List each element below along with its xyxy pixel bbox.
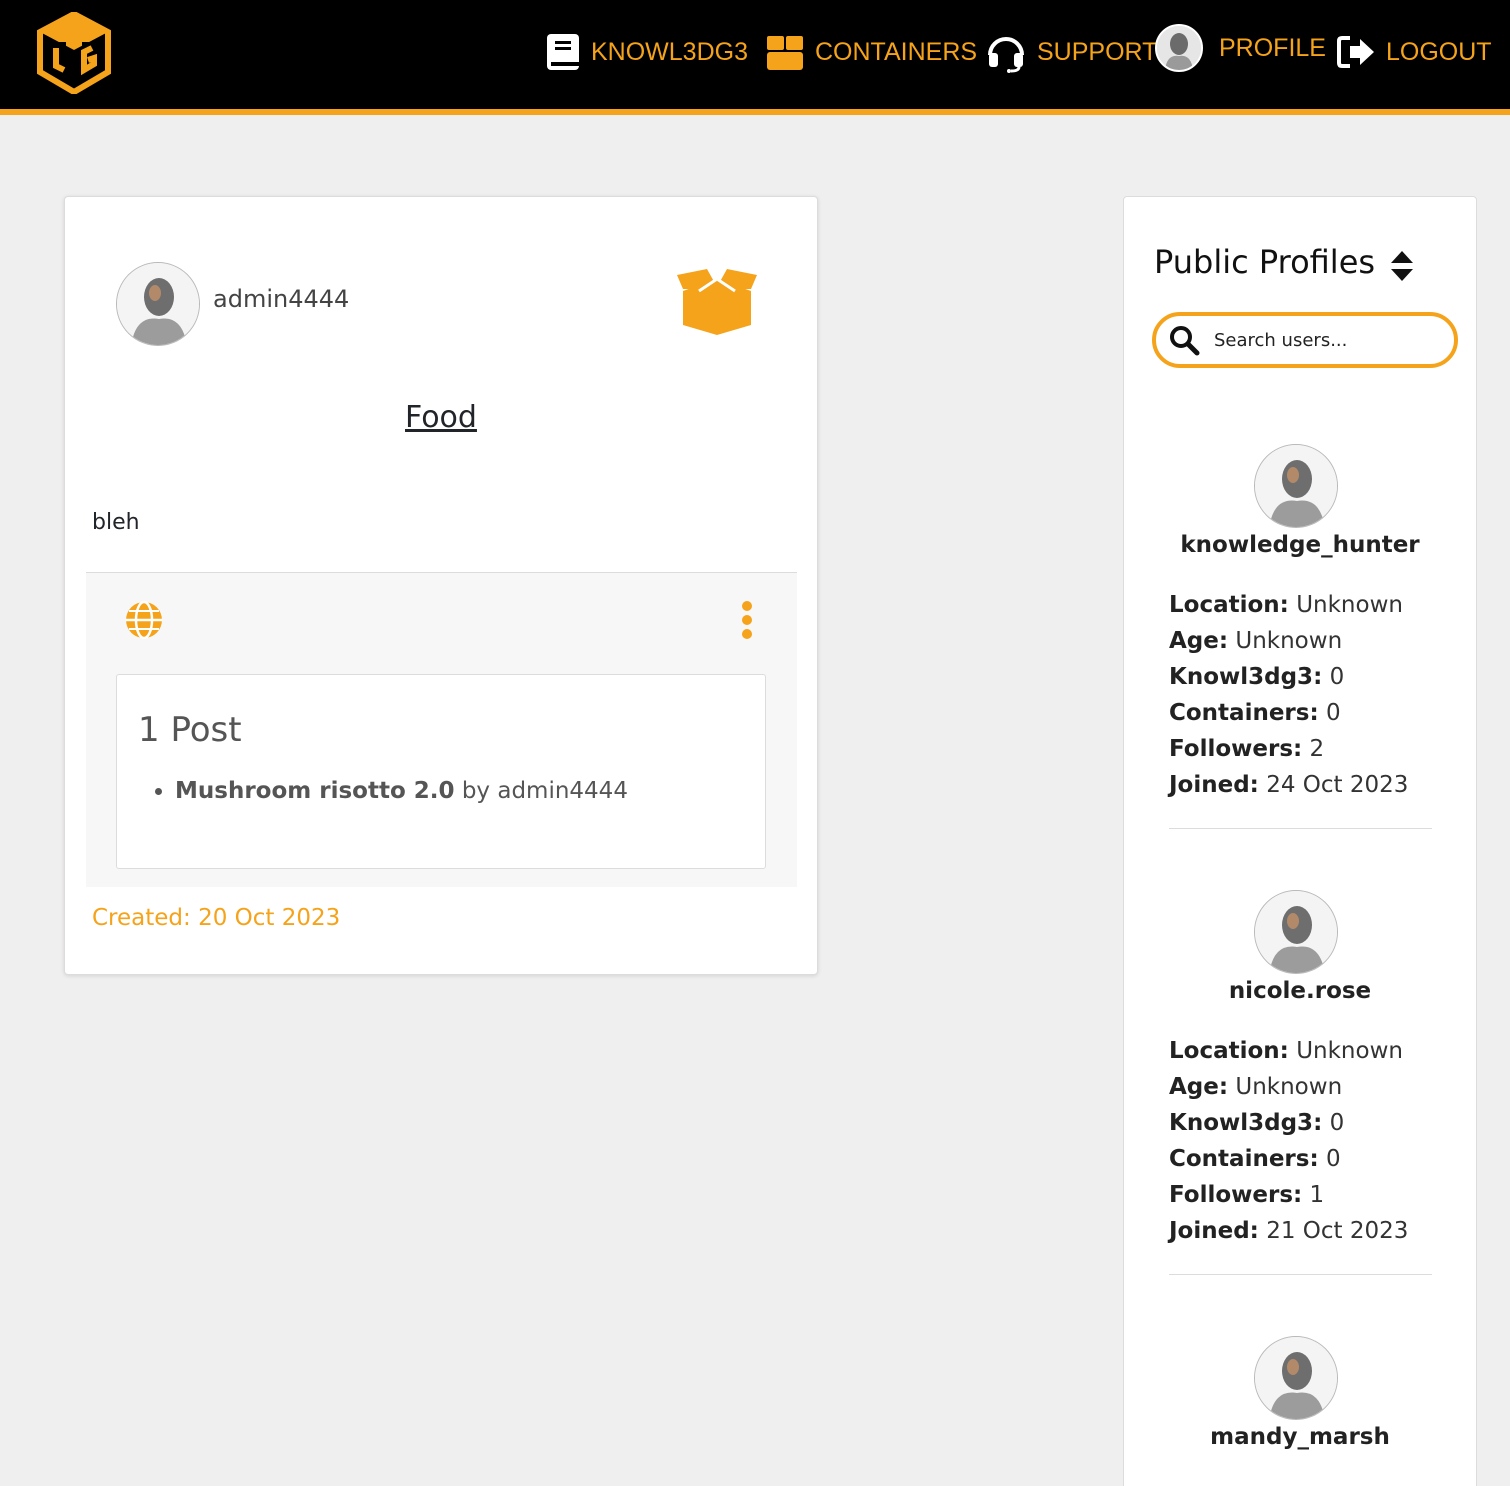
posts-list: Mushroom risotto 2.0 by admin4444: [175, 778, 628, 804]
nav-containers[interactable]: CONTAINERS: [765, 30, 977, 74]
container-card: admin4444 Food bleh 1 Post Mushroom riso…: [64, 196, 818, 975]
stat-joined: Joined: 21 Oct 2023: [1169, 1218, 1409, 1244]
nav-support-label: SUPPORT: [1037, 37, 1158, 66]
stat-joined: Joined: 24 Oct 2023: [1169, 772, 1409, 798]
nav-profile-label: PROFILE: [1219, 33, 1326, 62]
container-description: bleh: [92, 510, 140, 535]
public-profiles-panel: Public Profiles knowledge_hunter Locatio…: [1123, 196, 1477, 1486]
container-title-link[interactable]: Food: [405, 400, 477, 435]
search-icon: [1170, 326, 1200, 356]
sort-icon[interactable]: [1389, 249, 1415, 283]
stat-location: Location: Unknown: [1169, 1038, 1403, 1064]
logout-icon: [1336, 34, 1376, 70]
site-logo[interactable]: [36, 12, 112, 94]
stat-followers: Followers: 2: [1169, 736, 1325, 762]
nav-logout-label: LOGOUT: [1386, 37, 1492, 66]
nav-profile[interactable]: PROFILE: [1155, 24, 1326, 72]
stat-containers: Containers: 0: [1169, 700, 1341, 726]
profile-stats: Location: Unknown Age: Unknown Knowl3dg3…: [1169, 1038, 1408, 1254]
stat-location: Location: Unknown: [1169, 592, 1403, 618]
avatar[interactable]: [1254, 890, 1338, 974]
stat-age: Age: Unknown: [1169, 1074, 1343, 1100]
globe-icon[interactable]: [124, 600, 164, 640]
sidebar-title: Public Profiles: [1154, 243, 1376, 281]
kebab-menu-icon[interactable]: [736, 600, 758, 640]
created-date: Created: 20 Oct 2023: [92, 905, 341, 931]
profile-name[interactable]: mandy_marsh: [1124, 1424, 1476, 1450]
owner-avatar[interactable]: [116, 262, 200, 346]
open-box-icon[interactable]: [669, 267, 765, 337]
post-title-link[interactable]: Mushroom risotto 2.0: [175, 778, 455, 804]
avatar: [1155, 24, 1203, 72]
post-author: by admin4444: [461, 778, 628, 804]
top-navbar: KNOWL3DG3 CONTAINERS SUPPORT PROFILE LOG…: [0, 0, 1510, 115]
divider: [1169, 1274, 1432, 1275]
nav-containers-label: CONTAINERS: [815, 37, 978, 66]
container-title-wrap: Food: [65, 400, 817, 435]
stat-knowledge: Knowl3dg3: 0: [1169, 1110, 1345, 1136]
profile-name[interactable]: nicole.rose: [1124, 978, 1476, 1004]
container-footer: 1 Post Mushroom risotto 2.0 by admin4444: [86, 572, 797, 887]
headset-icon: [985, 31, 1027, 73]
avatar[interactable]: [1254, 444, 1338, 528]
search-box: [1152, 312, 1458, 368]
list-item: Mushroom risotto 2.0 by admin4444: [175, 778, 628, 804]
stat-age: Age: Unknown: [1169, 628, 1343, 654]
profile-stats: Location: Unknown Age: Unknown Knowl3dg3…: [1169, 592, 1408, 808]
nav-knowledge[interactable]: KNOWL3DG3: [545, 30, 748, 74]
nav-knowledge-label: KNOWL3DG3: [591, 37, 748, 66]
box-icon: [765, 32, 805, 72]
stat-containers: Containers: 0: [1169, 1146, 1341, 1172]
avatar[interactable]: [1254, 1336, 1338, 1420]
search-input[interactable]: [1214, 329, 1444, 351]
nav-support[interactable]: SUPPORT: [985, 30, 1157, 74]
divider: [1169, 828, 1432, 829]
stat-followers: Followers: 1: [1169, 1182, 1325, 1208]
book-icon: [545, 32, 581, 72]
posts-heading: 1 Post: [138, 710, 242, 750]
posts-box: 1 Post Mushroom risotto 2.0 by admin4444: [116, 674, 766, 869]
owner-name[interactable]: admin4444: [213, 285, 349, 313]
stat-knowledge: Knowl3dg3: 0: [1169, 664, 1345, 690]
profile-name[interactable]: knowledge_hunter: [1124, 532, 1476, 558]
nav-logout[interactable]: LOGOUT: [1336, 30, 1492, 74]
